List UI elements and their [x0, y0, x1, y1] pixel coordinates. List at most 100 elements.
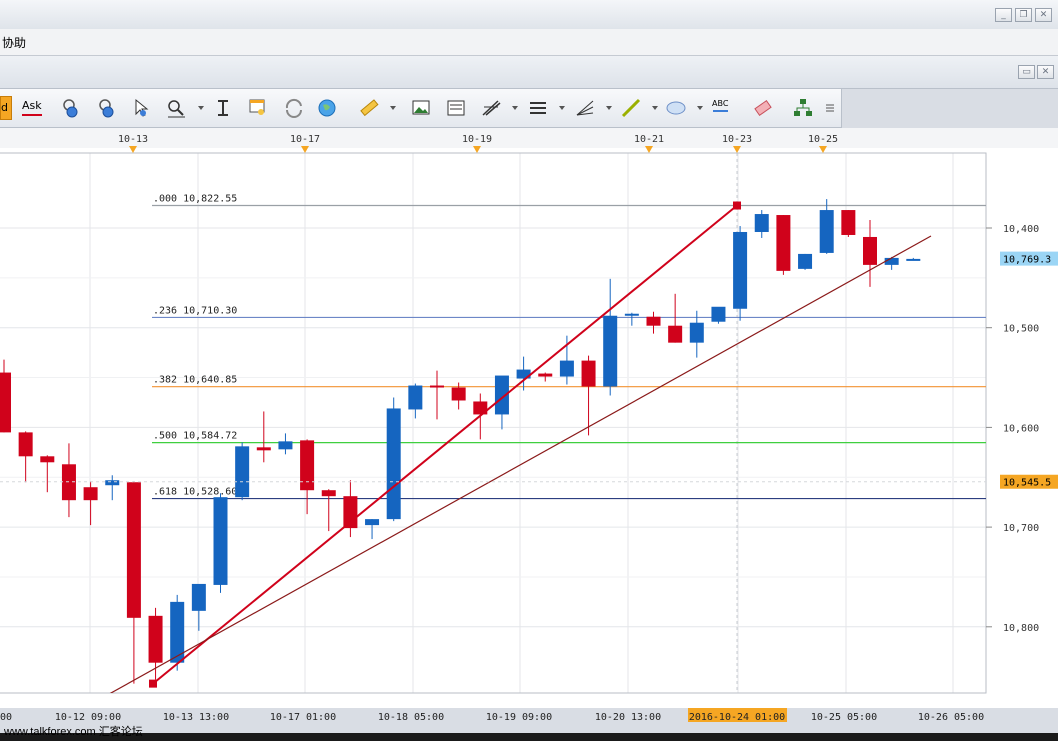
- bottom-axis-label: 10-17 01:00: [270, 712, 336, 723]
- magnifier-icon[interactable]: [165, 97, 187, 119]
- refresh-icon[interactable]: [283, 97, 305, 119]
- candle-body: [841, 210, 856, 235]
- candle-body: [148, 615, 163, 663]
- horizontal-lines-dropdown-icon[interactable]: [559, 106, 565, 110]
- top-axis-label: 10-17: [290, 134, 320, 145]
- price-tag-label: 10,545.5: [1003, 478, 1051, 489]
- candlestick-series[interactable]: [0, 199, 921, 684]
- zoom-in-icon[interactable]: [96, 97, 118, 119]
- price-axis-label: 10,400: [1003, 224, 1039, 235]
- price-axis: 10,800 10,700 10,600 10,500 10,400 10,769.3 10…: [986, 224, 1058, 634]
- time-marker-icon: [645, 146, 653, 153]
- candle-body: [451, 387, 466, 401]
- candle-body: [213, 497, 228, 585]
- candle-body: [386, 408, 401, 520]
- bid-button-label: d: [1, 101, 8, 114]
- candle-body: [581, 360, 596, 387]
- time-marker-icon: [473, 146, 481, 153]
- candle-body: [754, 214, 769, 232]
- anchor-handle: [149, 679, 157, 688]
- plot-border: [0, 152, 987, 694]
- bottom-axis-label: 00: [0, 712, 12, 723]
- fib-level-label: .618 10,528.60: [153, 487, 237, 498]
- top-axis-label: 10-21: [634, 134, 664, 145]
- ask-button-label: Ask: [22, 99, 42, 112]
- candle-body: [235, 446, 250, 498]
- candle-body: [321, 490, 336, 497]
- candle-body: [624, 313, 639, 316]
- text-tool-label: ABC: [712, 99, 729, 108]
- trend-lines-dropdown-icon[interactable]: [512, 106, 518, 110]
- image-icon[interactable]: [410, 97, 432, 119]
- price-tag-label: 10,769.3: [1003, 255, 1051, 266]
- ask-underline: [22, 114, 42, 116]
- line-tool-dropdown-icon[interactable]: [652, 106, 658, 110]
- restore-button[interactable]: ❐: [1015, 8, 1032, 22]
- ellipse-icon[interactable]: [665, 97, 687, 119]
- candle-body: [668, 325, 683, 343]
- bottom-time-axis: 00 10-12 09:00 10-13 13:00 10-17 01:00 10-18…: [0, 708, 984, 723]
- candle-body: [191, 583, 206, 611]
- globe-icon[interactable]: [316, 97, 338, 119]
- fib-level-label: .000 10,822.55: [153, 194, 237, 205]
- candle-body: [278, 441, 293, 450]
- bottom-axis-label: 2016-10-24 01:00: [689, 712, 785, 723]
- pointer-icon[interactable]: [130, 97, 152, 119]
- candle-body: [18, 432, 33, 457]
- time-marker-icon: [301, 146, 309, 153]
- text-tool-icon[interactable]: ABC: [710, 97, 732, 119]
- ellipse-dropdown-icon[interactable]: [697, 106, 703, 110]
- candle-body: [256, 447, 271, 451]
- candle-body: [884, 257, 899, 265]
- eraser-icon[interactable]: [752, 97, 774, 119]
- crosshair-icon[interactable]: [60, 97, 82, 119]
- menu-overflow-icon[interactable]: [823, 97, 837, 119]
- ask-button[interactable]: Ask: [18, 96, 46, 120]
- candle-body: [559, 360, 574, 377]
- horizontal-lines-icon[interactable]: [527, 97, 549, 119]
- fan-dropdown-icon[interactable]: [606, 106, 612, 110]
- vertical-line-icon[interactable]: [212, 97, 234, 119]
- chart-properties-icon[interactable]: [247, 97, 269, 119]
- candle-body: [689, 322, 704, 343]
- price-axis-label: 10,700: [1003, 523, 1039, 534]
- template-icon[interactable]: [445, 97, 467, 119]
- time-marker-icon: [733, 146, 741, 153]
- bottom-axis-label: 10-19 09:00: [486, 712, 552, 723]
- ruler-icon[interactable]: [358, 97, 380, 119]
- chart-grid: [0, 153, 986, 693]
- ruler-dropdown-icon[interactable]: [390, 106, 396, 110]
- magnifier-dropdown-icon[interactable]: [198, 106, 204, 110]
- bottom-axis-label: 10-12 09:00: [55, 712, 121, 723]
- close-button[interactable]: ✕: [1035, 8, 1052, 22]
- candle-body: [798, 253, 813, 269]
- fib-level-label: .382 10,640.85: [153, 375, 237, 386]
- candle-body: [863, 236, 877, 265]
- top-axis-label: 10-19: [462, 134, 492, 145]
- window-title-bar: _ ❐ ✕: [0, 0, 1058, 30]
- chart-restore-button[interactable]: ▭: [1018, 65, 1035, 79]
- drawn-lines[interactable]: [0, 201, 986, 704]
- fib-level-label: .500 10,584.72: [153, 431, 237, 442]
- fan-icon[interactable]: [574, 97, 596, 119]
- anchor-handle: [733, 201, 741, 210]
- price-axis-label: 10,500: [1003, 324, 1039, 335]
- menu-help[interactable]: 协助: [2, 34, 26, 51]
- price-chart[interactable]: 10-13 10-17 10-19 10-21 10-23 10-25 .000 10,8…: [0, 128, 1058, 728]
- drawing-toolbar: d Ask ABC: [0, 89, 842, 128]
- candle-body: [126, 482, 141, 618]
- candle-body: [733, 231, 748, 309]
- top-time-axis: 10-13 10-17 10-19 10-21 10-23 10-25: [118, 134, 838, 153]
- minimize-button[interactable]: _: [995, 8, 1012, 22]
- chart-close-button[interactable]: ✕: [1037, 65, 1054, 79]
- top-axis-label: 10-23: [722, 134, 752, 145]
- candle-body: [40, 456, 55, 463]
- candle-body: [0, 372, 11, 433]
- candle-body: [646, 316, 661, 326]
- hierarchy-icon[interactable]: [792, 97, 814, 119]
- fibonacci-retracement[interactable]: .000 10,822.55 .236 10,710.30 .382 10,640.…: [152, 194, 986, 500]
- line-tool-icon[interactable]: [620, 97, 642, 119]
- bid-button[interactable]: d: [0, 96, 12, 120]
- candle-body: [906, 258, 921, 261]
- trend-lines-icon[interactable]: [480, 97, 502, 119]
